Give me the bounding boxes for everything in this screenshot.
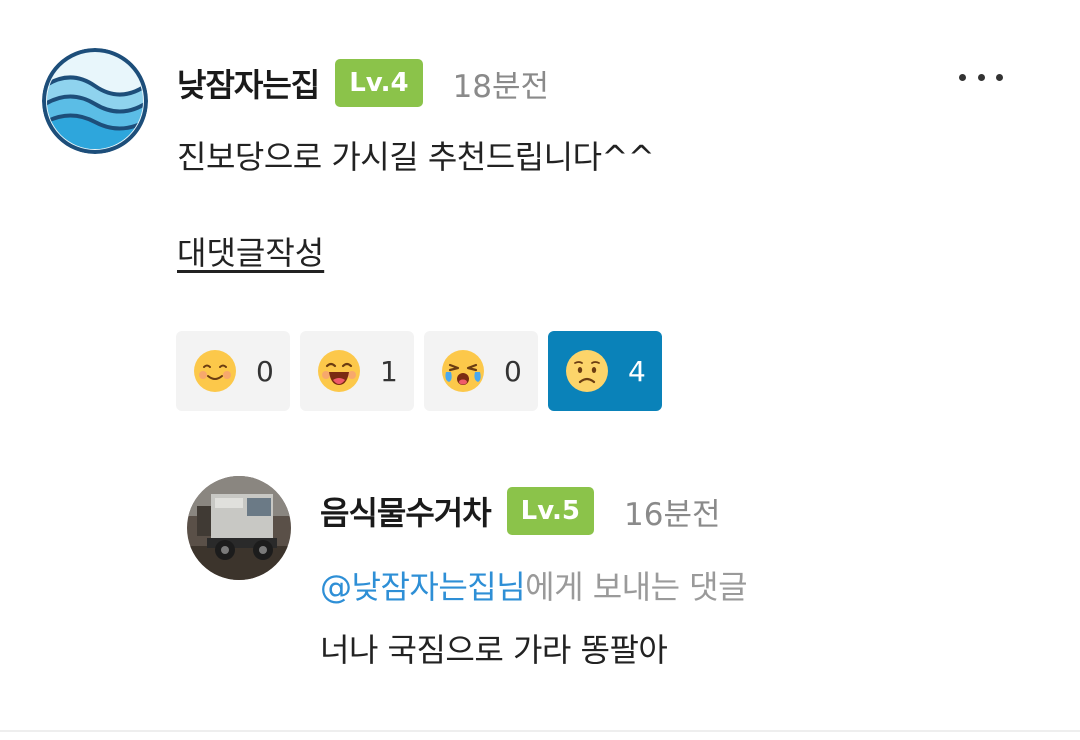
reaction-count: 0 [256,354,274,388]
reaction-count: 0 [504,354,522,388]
reaction-sad-button[interactable]: 4 [548,331,662,411]
divider [0,730,1080,732]
reply-header: 음식물수거차 Lv.5 16분전 [320,486,721,536]
reaction-crying-button[interactable]: 0 [424,331,538,411]
truck-photo-icon [187,476,291,580]
wave-logo-icon [42,48,148,154]
comment-header: 낮잠자는집 Lv.4 18분전 [177,58,549,108]
more-dot [977,73,985,81]
reaction-bar: 0 1 0 4 [176,331,662,411]
mention-suffix: 에게 보내는 댓글 [525,568,748,606]
reply-text: 너나 국짐으로 가라 똥팔아 [320,631,668,669]
mention-link[interactable]: @낮잠자는집님 [320,568,526,606]
author-name[interactable]: 낮잠자는집 [177,60,320,106]
more-options-button[interactable] [956,62,1006,92]
write-reply-link[interactable]: 대댓글작성 [177,228,324,274]
level-badge: Lv.5 [506,487,595,535]
reaction-count: 1 [380,354,398,388]
author-name[interactable]: 음식물수거차 [320,488,492,534]
crying-emoji-icon [442,350,484,392]
laugh-emoji-icon [318,350,360,392]
reaction-laugh-button[interactable]: 1 [300,331,414,411]
more-dot [996,73,1003,81]
sad-emoji-icon [566,350,608,392]
smile-emoji-icon [194,350,236,392]
reaction-count: 4 [628,354,646,388]
level-badge: Lv.4 [335,59,423,107]
timestamp: 16분전 [624,496,721,533]
more-horizontal-icon [959,73,966,81]
comment-text: 진보당으로 가시길 추천드립니다^^ [177,138,655,176]
avatar[interactable] [187,476,291,580]
reaction-smile-button[interactable]: 0 [176,331,290,411]
timestamp: 18분전 [452,68,550,105]
mention-line: @낮잠자는집님에게 보내는 댓글 [320,562,748,608]
avatar[interactable] [42,48,148,154]
